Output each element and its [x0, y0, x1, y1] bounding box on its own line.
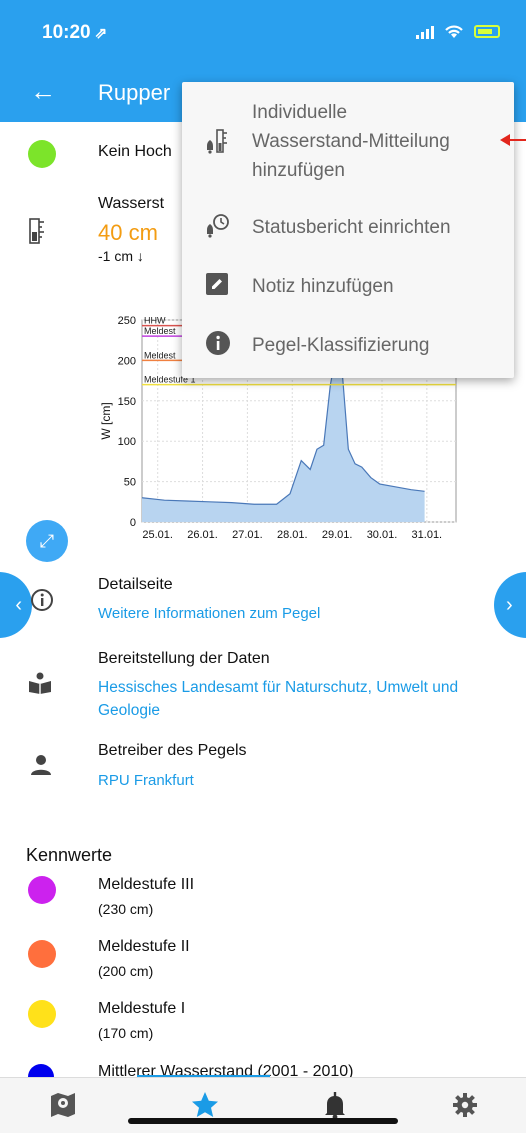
bell-clock-icon	[207, 214, 229, 238]
threshold-label: Meldest	[144, 326, 176, 336]
water-level-label: Wasserst	[98, 195, 165, 212]
person-icon	[31, 755, 51, 775]
x-tick-label: 25.01.	[142, 529, 173, 541]
meldestufe-1-dot	[28, 1000, 56, 1028]
meldestufe-3-value: (230 cm)	[98, 901, 154, 917]
y-tick-label: 100	[118, 436, 136, 448]
home-indicator	[128, 1118, 398, 1124]
info-icon	[206, 331, 230, 355]
y-axis-label: W [cm]	[100, 402, 113, 439]
operator-title: Betreiber des Pegels	[98, 742, 247, 759]
expand-chart-button[interactable]: ⤢	[26, 520, 68, 562]
edit-note-icon	[206, 273, 228, 295]
y-tick-label: 200	[118, 355, 136, 367]
x-tick-label: 30.01.	[367, 529, 398, 541]
chevron-left-icon: ‹	[15, 594, 22, 616]
signal-icon	[416, 25, 434, 39]
pointer-arrow-head	[500, 134, 510, 146]
next-gauge-button[interactable]: ›	[494, 572, 526, 638]
chevron-right-icon: ›	[506, 594, 513, 616]
bell-gauge-icon	[207, 129, 227, 154]
meldestufe-3-dot	[28, 876, 56, 904]
star-icon[interactable]	[190, 1090, 220, 1120]
x-tick-label: 27.01.	[232, 529, 263, 541]
menu-item-individual-notification[interactable]: Individuelle Wasserstand-Mitteilung hinz…	[182, 98, 514, 188]
y-tick-label: 250	[118, 315, 136, 327]
menu-item-classification[interactable]: Pegel-Klassifizierung	[182, 328, 514, 364]
page-title: Rupper	[98, 80, 171, 105]
meldestufe-3-name: Meldestufe III	[98, 876, 195, 893]
menu-label: Statusbericht einrichten	[252, 217, 451, 238]
time-text: 10:20	[42, 22, 91, 43]
location-icon: ⇗	[94, 25, 108, 42]
meldestufe-1-value: (170 cm)	[98, 1025, 154, 1041]
x-tick-label: 31.01.	[412, 529, 443, 541]
y-tick-label: 50	[124, 477, 136, 489]
book-reader-icon	[29, 672, 51, 694]
operator-link[interactable]: RPU Frankfurt	[98, 772, 194, 789]
menu-label-line3: hinzufügen	[252, 160, 345, 181]
gear-icon[interactable]	[450, 1090, 480, 1120]
threshold-label: Meldest	[144, 350, 176, 360]
status-icons	[416, 24, 500, 39]
kennwerte-heading: Kennwerte	[26, 845, 113, 865]
y-tick-label: 0	[130, 517, 136, 529]
meldestufe-2-name: Meldestufe II	[98, 938, 190, 955]
threshold-label: HHW	[144, 316, 166, 326]
status-dot	[28, 140, 56, 168]
wifi-icon	[445, 25, 463, 38]
back-button[interactable]: ←	[30, 76, 56, 107]
meldestufe-2-dot	[28, 940, 56, 968]
gauge-icon	[29, 218, 44, 244]
expand-icon: ⤢	[39, 531, 55, 551]
menu-label: Pegel-Klassifizierung	[252, 335, 430, 356]
menu-label-line1: Individuelle	[252, 102, 348, 123]
meldestufe-1-name: Meldestufe I	[98, 1000, 186, 1017]
x-tick-label: 29.01.	[322, 529, 353, 541]
info-icon	[31, 589, 53, 611]
status-bar: 10:20 ⇗	[0, 0, 526, 66]
details-title: Detailseite	[98, 576, 173, 593]
water-level-change: -1 cm ↓	[98, 248, 144, 264]
provider-link-line2[interactable]: Geologie	[98, 702, 160, 720]
bell-icon[interactable]	[320, 1090, 350, 1120]
context-menu: Individuelle Wasserstand-Mitteilung hinz…	[182, 82, 514, 378]
map-icon[interactable]	[48, 1090, 78, 1120]
x-tick-label: 26.01.	[187, 529, 218, 541]
battery-icon	[474, 25, 500, 38]
menu-item-status-report[interactable]: Statusbericht einrichten	[182, 210, 514, 246]
provider-title: Bereitstellung der Daten	[98, 650, 270, 667]
menu-item-add-note[interactable]: Notiz hinzufügen	[182, 269, 514, 305]
details-link[interactable]: Weitere Informationen zum Pegel	[98, 605, 320, 622]
prev-gauge-button[interactable]: ‹	[0, 572, 32, 638]
meldestufe-2-value: (200 cm)	[98, 963, 154, 979]
provider-link-line1[interactable]: Hessisches Landesamt für Naturschutz, Um…	[98, 679, 458, 697]
water-level-value: 40 cm	[98, 220, 158, 245]
menu-label: Notiz hinzufügen	[252, 276, 394, 297]
menu-label-line2: Wasserstand-Mitteilung	[252, 131, 450, 152]
alert-status-text: Kein Hoch	[98, 143, 172, 160]
status-time: 10:20 ⇗	[42, 22, 107, 44]
y-tick-label: 150	[118, 396, 136, 408]
tab-bar	[0, 1077, 526, 1133]
x-tick-label: 28.01.	[277, 529, 308, 541]
